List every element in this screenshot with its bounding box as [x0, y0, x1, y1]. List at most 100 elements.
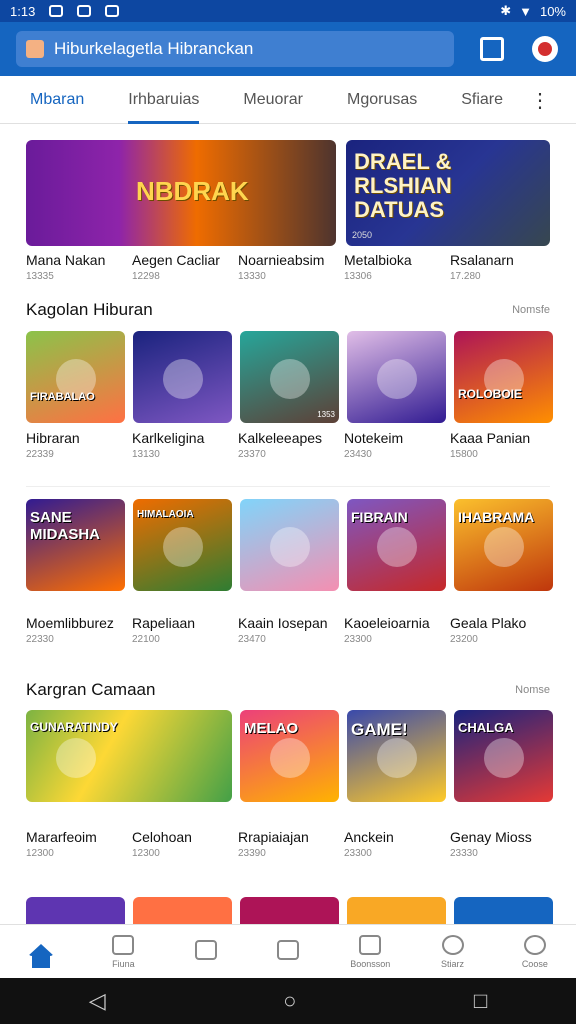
battery-level: 10%	[539, 3, 566, 19]
clock: 1:13	[10, 3, 36, 19]
game-tile[interactable]	[26, 897, 125, 924]
recent-apps-icon[interactable]: □	[474, 988, 487, 1014]
game-tile[interactable]: CHALGA	[454, 710, 553, 802]
list-item[interactable]: Notekeim 23430	[344, 430, 450, 460]
game-tile[interactable]	[133, 331, 232, 423]
game-art	[484, 738, 524, 778]
list-item[interactable]: Aegen Cacliar 12298	[132, 252, 238, 282]
nav-home[interactable]	[6, 943, 76, 968]
search-input[interactable]: Hiburkelagetla Hibranckan	[54, 39, 253, 59]
banner-game-1[interactable]: NBDRAK	[26, 140, 336, 246]
nav-store[interactable]: Fiuna	[88, 934, 158, 969]
wifi-icon: ▼	[519, 3, 532, 19]
see-more-link[interactable]: Nomse	[515, 684, 550, 696]
section-title: Kagolan Hiburan	[26, 300, 153, 319]
game-tile[interactable]: MELAO	[240, 710, 339, 802]
list-item[interactable]: Karlkeligina 13130	[132, 430, 238, 460]
list-item[interactable]: Genay Mioss 23330	[450, 829, 556, 859]
game-art	[56, 738, 96, 778]
game-tile[interactable]	[347, 331, 446, 423]
section-title: Kargran Camaan	[26, 680, 156, 699]
banner-labels: Mana Nakan 13335 Aegen Cacliar 12298 Noarn…	[26, 252, 556, 282]
game-grid: FIRABALAO 1353 ROLOBOIE	[26, 331, 556, 423]
list-item[interactable]: Kaaa Panian 15800	[450, 430, 556, 460]
game-art	[377, 738, 417, 778]
list-item[interactable]: Moemlibburez 22330	[26, 615, 132, 645]
game-art	[377, 527, 417, 567]
monitor-icon	[359, 934, 382, 955]
game-tile[interactable]: GUNARATINDY	[26, 710, 232, 802]
profile-avatar[interactable]	[532, 36, 558, 62]
game-tile[interactable]	[240, 897, 339, 924]
list-item[interactable]: Geala Plako 23200	[450, 615, 556, 645]
section1-labels: Hibraran 22339 Karlkeligina 13130 Kalkelee…	[26, 430, 556, 460]
tab-2[interactable]: Meuorar	[243, 76, 303, 124]
game-grid: SANE MIDASHA HIMALAOIA FIBRAIN IHABRAMA	[26, 499, 556, 591]
banner-title: DRAEL & RLSHIAN DATUAS	[354, 149, 452, 222]
game-art	[163, 359, 203, 399]
section3-labels: Mararfeoim 12300 Celohoan 12300 Rrapiaiaja…	[26, 829, 556, 859]
list-item[interactable]: Rsalanarn 17.280	[450, 252, 556, 282]
tab-0[interactable]: Mbaran	[30, 76, 84, 124]
game-tile[interactable]: 1353	[240, 331, 339, 423]
game-tile[interactable]: FIBRAIN	[347, 499, 446, 591]
overflow-menu-icon[interactable]: ⋮	[530, 88, 550, 113]
search-bar[interactable]: Hiburkelagetla Hibranckan	[16, 31, 454, 67]
home-icon	[28, 943, 55, 968]
nav-house[interactable]	[253, 939, 323, 964]
game-tile[interactable]: ROLOBOIE	[454, 331, 553, 423]
bottom-navigation: Fiuna Boonsson Stiarz Coose	[0, 924, 576, 978]
nav-monitor[interactable]: Boonsson	[335, 934, 405, 969]
game-tile[interactable]: HIMALAOIA	[133, 499, 232, 591]
game-tile[interactable]: IHABRAMA	[454, 499, 553, 591]
list-item[interactable]: Kalkeleeapes 23370	[238, 430, 344, 460]
divider	[26, 486, 550, 487]
banner-game-2[interactable]: DRAEL & RLSHIAN DATUAS 2050	[346, 140, 550, 246]
game-tile[interactable]: GAME!	[347, 710, 446, 802]
nav-search[interactable]: Coose	[500, 934, 570, 969]
game-tile[interactable]: SANE MIDASHA	[26, 499, 125, 591]
house-icon	[276, 939, 299, 960]
notification-icon	[49, 5, 64, 17]
game-art	[270, 738, 310, 778]
game-grid-partial	[26, 897, 556, 924]
list-item[interactable]: Kaain Iosepan 23470	[238, 615, 344, 645]
bluetooth-icon: ✱	[500, 3, 512, 18]
back-icon[interactable]: ◁	[89, 988, 106, 1014]
list-item[interactable]: Metalbioka 13306	[344, 252, 450, 282]
nav-cards[interactable]	[171, 939, 241, 964]
game-tile[interactable]	[240, 499, 339, 591]
tab-1[interactable]: Irhbaruias	[128, 76, 200, 124]
store-icon	[112, 934, 135, 955]
list-item[interactable]: Anckein 23300	[344, 829, 450, 859]
tab-4[interactable]: Sfiare	[461, 76, 503, 124]
list-item[interactable]: Mana Nakan 13335	[26, 252, 132, 282]
game-grid: GUNARATINDY MELAO GAME! CHALGA	[26, 710, 556, 802]
list-item[interactable]: Noarnieabsim 13330	[238, 252, 344, 282]
list-item[interactable]: Kaoeleioarnia 23300	[344, 615, 450, 645]
system-navigation: ◁ ○ □	[0, 978, 576, 1024]
nav-favorites[interactable]: Stiarz	[418, 934, 488, 969]
game-tile[interactable]	[454, 897, 553, 924]
app-bar: Hiburkelagetla Hibranckan	[0, 22, 576, 76]
game-tile[interactable]	[133, 897, 232, 924]
tab-3[interactable]: Mgorusas	[347, 76, 417, 124]
list-item[interactable]: Rrapiaiajan 23390	[238, 829, 344, 859]
tab-bar: Mbaran Irhbaruias Meuorar Mgorusas Sfiar…	[0, 76, 576, 124]
message-icon	[105, 5, 120, 17]
search-icon	[523, 934, 546, 955]
list-item[interactable]: Hibraran 22339	[26, 430, 132, 460]
section2-labels: Moemlibburez 22330 Rapeliaan 22100 Kaain I…	[26, 615, 556, 645]
list-item[interactable]: Rapeliaan 22100	[132, 615, 238, 645]
list-item[interactable]: Mararfeoim 12300	[26, 829, 132, 859]
home-button-icon[interactable]: ○	[283, 988, 296, 1014]
game-tile[interactable]	[347, 897, 446, 924]
banner-row: NBDRAK DRAEL & RLSHIAN DATUAS 2050	[26, 140, 550, 246]
see-more-link[interactable]: Nomsfe	[512, 304, 550, 316]
game-art	[377, 359, 417, 399]
cast-icon[interactable]	[480, 37, 504, 61]
heart-icon	[441, 934, 464, 955]
game-art	[163, 527, 203, 567]
game-tile[interactable]: FIRABALAO	[26, 331, 125, 423]
list-item[interactable]: Celohoan 12300	[132, 829, 238, 859]
